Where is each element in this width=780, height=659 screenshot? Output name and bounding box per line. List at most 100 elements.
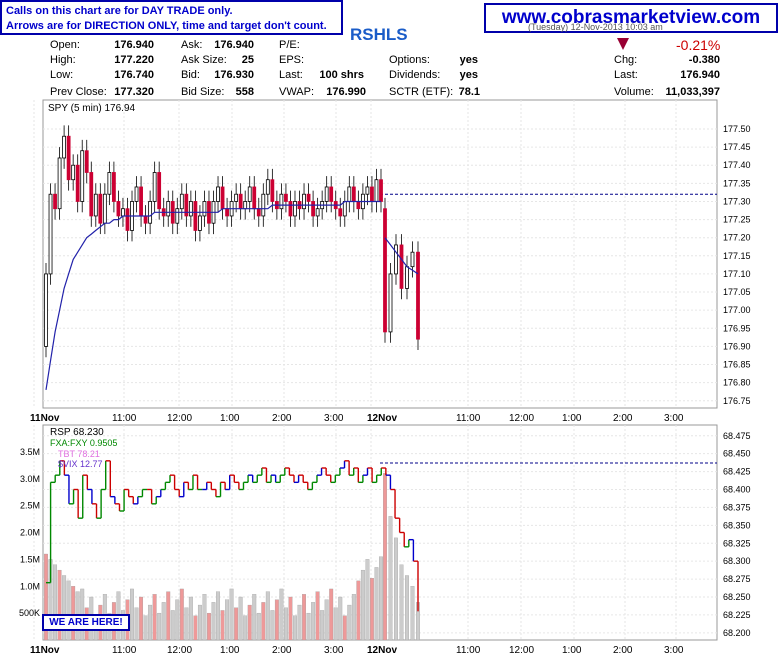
rsp-x-label: 3:00 <box>664 645 684 656</box>
rsp-x-label: 12Nov <box>367 645 397 656</box>
spy-candle <box>152 172 157 202</box>
spy-candle <box>351 186 356 202</box>
volume-bar <box>333 607 338 641</box>
rsp-panel: 68.475 68.450 68.425 68.400 68.375 68.350 68.3… <box>19 424 751 641</box>
rsp-y-tick: 68.275 <box>723 574 751 584</box>
rsp-x-labels: 11Nov 11:00 12:00 1:00 2:00 3:00 12Nov 11:00 12:… <box>30 645 684 656</box>
spy-y-tick: 177.20 <box>723 233 751 243</box>
volume-bar <box>148 604 153 641</box>
volume-y-tick: 500K <box>19 608 40 618</box>
spy-candle <box>148 201 153 224</box>
volume-bar <box>351 594 356 641</box>
volume-bar <box>360 569 365 641</box>
volume-bar <box>405 575 409 641</box>
spy-candle <box>256 208 261 217</box>
spy-candle <box>188 201 193 217</box>
volume-bar <box>306 612 311 641</box>
volume-bar <box>261 602 266 641</box>
spy-y-tick: 176.85 <box>723 360 751 370</box>
volume-y-tick: 1.0M <box>20 581 40 591</box>
spy-x-label: 3:00 <box>664 413 684 424</box>
spy-candle <box>121 208 125 217</box>
volume-bar <box>374 567 379 641</box>
spy-y-tick: 176.95 <box>723 323 751 333</box>
spy-y-tick: 176.80 <box>723 378 751 388</box>
spy-candle <box>356 201 361 210</box>
spy-candle <box>134 186 139 202</box>
spy-candle <box>98 193 103 224</box>
volume-bar <box>193 615 198 641</box>
spy-candle <box>311 201 315 217</box>
rsp-y-tick: 68.425 <box>723 467 751 477</box>
spy-x-label: 11:00 <box>456 413 481 424</box>
spy-candle <box>62 135 67 159</box>
spy-x-label: 11:00 <box>112 413 137 424</box>
spy-candle <box>383 208 387 333</box>
spy-candle <box>288 201 293 217</box>
volume-bar <box>184 607 189 641</box>
rsp-x-label: 3:00 <box>324 645 344 656</box>
spy-y-tick: 177.40 <box>723 160 751 170</box>
spy-x-label: 1:00 <box>220 413 240 424</box>
spy-plot-frame <box>42 99 718 409</box>
volume-bar <box>347 604 352 641</box>
volume-bar <box>388 516 393 641</box>
spy-candle <box>220 186 225 210</box>
volume-y-tick: 1.5M <box>20 554 40 564</box>
spy-x-label: 2:00 <box>272 413 292 424</box>
volume-bar <box>311 602 316 641</box>
spy-candle <box>284 193 288 202</box>
spy-x-label: 12:00 <box>509 413 534 424</box>
spy-y-tick: 177.30 <box>723 196 751 206</box>
we-are-here-badge: WE ARE HERE! <box>42 614 130 631</box>
volume-bar <box>379 556 383 641</box>
volume-bar <box>383 473 387 641</box>
spy-x-label: 2:00 <box>613 413 633 424</box>
volume-bar <box>139 596 144 641</box>
volume-y-tick: 3.5M <box>20 447 40 457</box>
spy-candle <box>166 201 171 217</box>
volume-bar <box>225 599 230 641</box>
volume-bar <box>293 615 297 641</box>
volume-bar <box>216 591 220 641</box>
tbt-legend: TBT 78.21 <box>58 449 100 459</box>
volume-bar <box>197 604 202 641</box>
rsp-x-label: 11:00 <box>456 645 481 656</box>
spy-candle <box>265 179 270 195</box>
rsp-y-tick: 68.400 <box>723 485 751 495</box>
volume-bar <box>288 596 293 641</box>
spy-candle <box>93 193 98 217</box>
spy-candle <box>329 186 334 202</box>
rsp-y-tick: 68.350 <box>723 520 751 530</box>
spy-candle <box>270 179 275 202</box>
spy-candle <box>125 208 130 231</box>
fxa-legend: FXA:FXY 0.9505 <box>50 438 117 448</box>
spy-candle <box>302 193 306 210</box>
spy-candle <box>175 208 180 224</box>
volume-bar <box>175 599 180 641</box>
volume-bar <box>369 578 374 641</box>
spy-candle <box>48 193 53 275</box>
rsp-x-label: 2:00 <box>272 645 292 656</box>
spy-candle <box>238 193 243 210</box>
spy-x-label: 3:00 <box>324 413 344 424</box>
rsp-y-tick: 68.475 <box>723 431 751 441</box>
spy-y-tick: 177.00 <box>723 305 751 315</box>
spy-candle <box>306 193 311 202</box>
rsp-legend: RSP 68.230 <box>50 427 104 438</box>
rsp-y-tick: 68.325 <box>723 538 751 548</box>
spy-y-tick: 177.10 <box>723 269 751 279</box>
volume-bar <box>356 580 361 641</box>
spy-y-ticks: 177.50 177.40 177.30 177.20 177.10 177.00 176.… <box>723 124 751 406</box>
spy-candle <box>112 172 116 202</box>
volume-bar <box>320 610 325 641</box>
vix-legend: $VIX 12.77 <box>58 459 103 469</box>
volume-bar <box>297 604 302 641</box>
volume-y-tick: 2.0M <box>20 528 40 538</box>
spy-candle <box>243 201 248 210</box>
rsp-x-label: 11Nov <box>30 645 60 656</box>
spy-candle <box>89 172 94 217</box>
spy-candle <box>84 150 89 173</box>
rsp-x-label: 12:00 <box>509 645 534 656</box>
spy-candle <box>102 193 107 224</box>
